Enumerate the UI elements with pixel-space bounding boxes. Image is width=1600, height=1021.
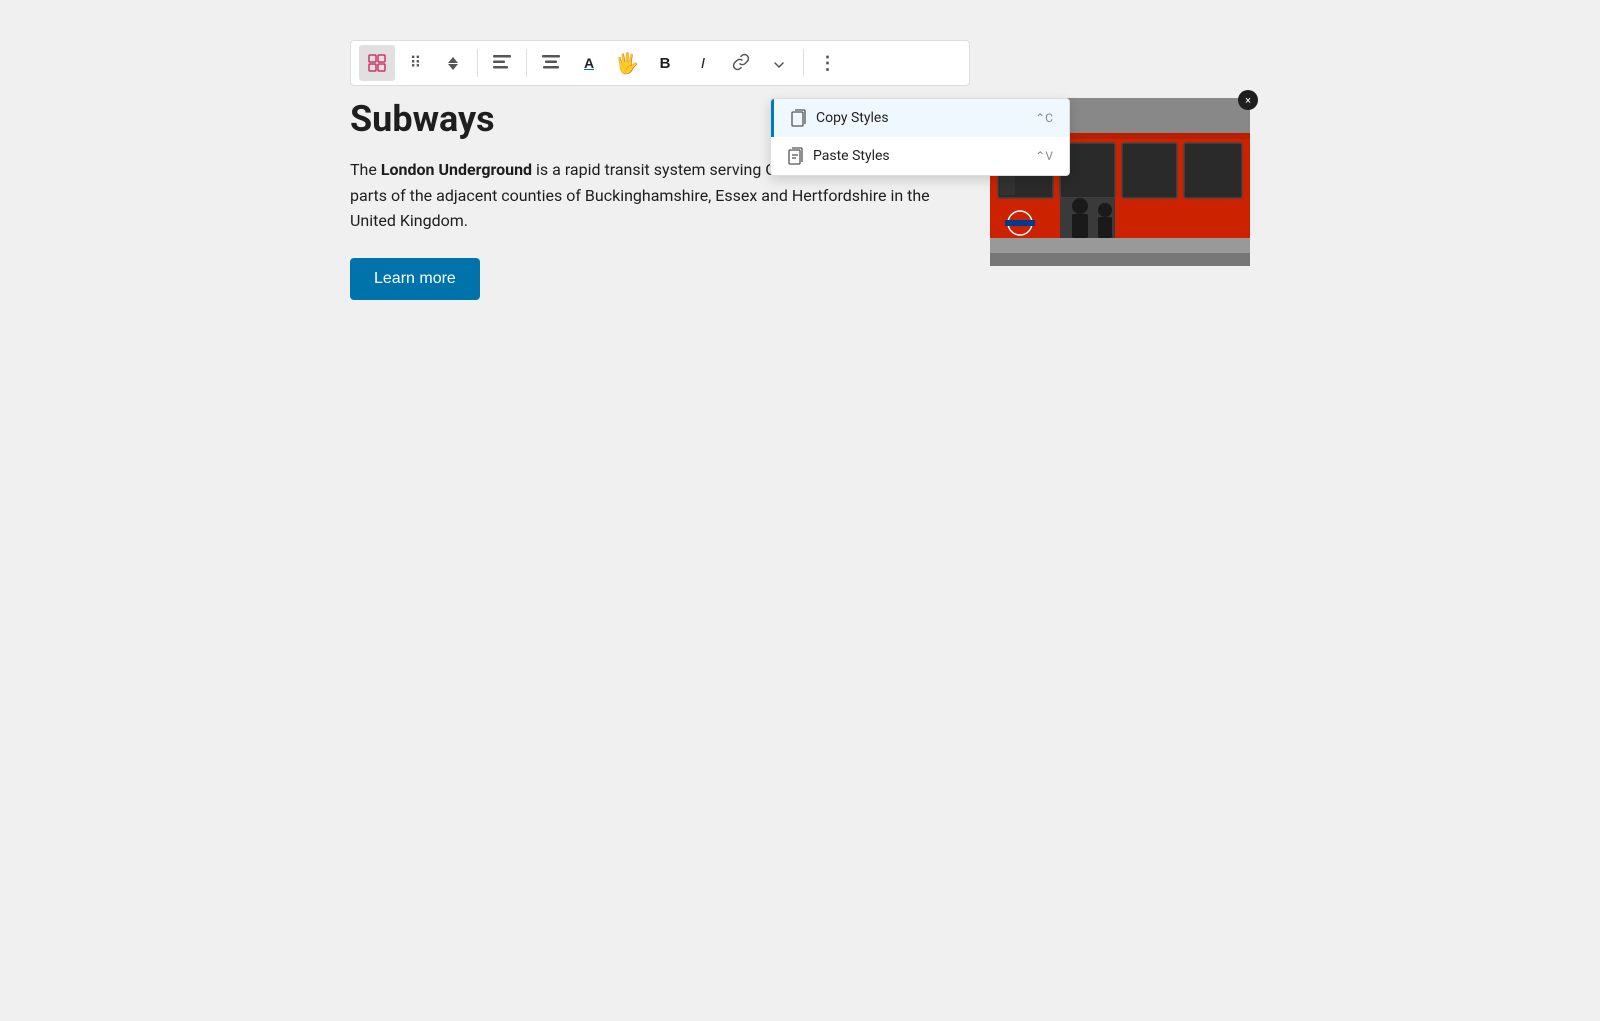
dropdown-arrow-icon [774, 55, 784, 71]
paste-styles-shortcut: ⌃V [1035, 149, 1053, 163]
align-icon [493, 55, 511, 72]
italic-button[interactable]: I [685, 45, 721, 81]
paste-styles-label: Paste Styles [813, 148, 890, 164]
paste-styles-left: Paste Styles [787, 147, 890, 165]
learn-more-button[interactable]: Learn more [350, 258, 480, 300]
copy-styles-item[interactable]: Copy Styles ⌃C [771, 99, 1069, 137]
text-align-icon [542, 55, 560, 72]
toolbar-divider-1 [477, 49, 478, 77]
toolbar-divider-3 [803, 49, 804, 77]
block-toolbar: ⠿ [350, 40, 970, 86]
more-options-button[interactable]: ⋮ [810, 45, 846, 81]
dropdown-arrow-button[interactable] [761, 45, 797, 81]
close-icon: × [1245, 94, 1251, 107]
copy-styles-shortcut: ⌃C [1035, 111, 1053, 125]
link-icon [732, 53, 750, 74]
block-switcher-button[interactable] [359, 45, 395, 81]
text-align-button[interactable] [533, 45, 569, 81]
more-styles-button[interactable]: 🖐 [609, 45, 645, 81]
copy-styles-label: Copy Styles [816, 110, 889, 126]
font-color-button[interactable]: A [571, 45, 607, 81]
bold-button[interactable]: B [647, 45, 683, 81]
copy-styles-left: Copy Styles [790, 109, 889, 127]
bold-icon: B [660, 55, 671, 72]
toolbar-divider-2 [526, 49, 527, 77]
editor-wrapper: ⠿ [350, 40, 1250, 300]
body-start: The [350, 160, 381, 179]
move-updown-icon [448, 57, 458, 70]
more-options-icon: ⋮ [819, 53, 838, 74]
copy-styles-icon [790, 109, 808, 127]
font-color-icon: A [584, 55, 594, 71]
body-bold: London Underground [381, 160, 532, 179]
drag-button[interactable]: ⠿ [397, 45, 433, 81]
paste-styles-item[interactable]: Paste Styles ⌃V [771, 137, 1069, 175]
move-updown-button[interactable] [435, 45, 471, 81]
drag-icon: ⠿ [410, 53, 421, 73]
align-button[interactable] [484, 45, 520, 81]
link-button[interactable] [723, 45, 759, 81]
paste-styles-icon [787, 147, 805, 165]
italic-icon: I [701, 55, 705, 72]
image-close-button[interactable]: × [1238, 90, 1258, 110]
styles-dropdown-menu: Copy Styles ⌃C Paste Styles ⌃V [770, 98, 1070, 176]
more-styles-icon: 🖐 [615, 51, 640, 76]
